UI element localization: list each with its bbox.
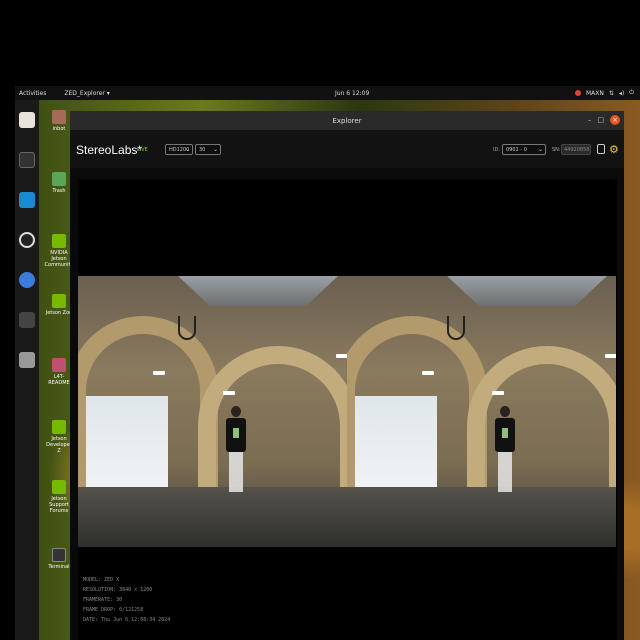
desktop-icon-label: inbot — [52, 126, 66, 132]
serial-number-field: 44920858 — [561, 144, 591, 155]
home-folder-icon — [52, 110, 66, 124]
power-mode-label[interactable]: MAXN — [586, 90, 604, 97]
clock[interactable]: Jun 6 12:09 — [335, 90, 369, 97]
info-resolution: RESOLUTION: 3840 x 1200 — [83, 587, 153, 593]
desktop-icon-label: Terminal — [48, 564, 70, 570]
info-model: MODEL: ZED X — [83, 577, 120, 583]
camera-info-panel: MODEL: ZED X RESOLUTION: 3840 x 1200 FRA… — [83, 575, 170, 625]
nvidia-icon — [52, 294, 66, 308]
serial-number-label: SN: — [552, 147, 561, 153]
info-date: DATE: Thu Jun 6 12:08:34 2024 — [83, 617, 171, 623]
desktop-icon-label: L4T-README — [48, 374, 70, 386]
close-button[interactable]: × — [610, 115, 620, 125]
chromium-icon[interactable] — [19, 272, 35, 288]
gear-icon[interactable]: ⚙ — [609, 143, 619, 156]
live-badge: LIVE — [137, 147, 148, 153]
chevron-down-icon: ⌄ — [537, 146, 543, 153]
trash-icon — [52, 172, 66, 186]
vscode-icon[interactable] — [19, 192, 35, 208]
chevron-down-icon: ⌄ — [184, 146, 190, 153]
record-icon[interactable] — [597, 144, 605, 154]
app-icon[interactable] — [19, 312, 35, 328]
camera-id-label: ID: — [493, 147, 501, 153]
brand-logo: StereoLabs* — [76, 143, 143, 157]
nvidia-status-icon[interactable] — [574, 90, 581, 96]
resolution-select[interactable]: HD1200 ⌄ — [165, 144, 193, 155]
chevron-down-icon: ⌄ — [212, 146, 218, 153]
minimize-button[interactable]: – — [588, 116, 592, 124]
desktop-icon-label: Trash — [52, 188, 66, 194]
terminal-icon — [52, 548, 66, 562]
power-icon[interactable]: ⏻ — [629, 89, 634, 97]
desktop-icon-label: Jetson Support Forums — [49, 496, 69, 514]
drive-icon — [52, 358, 66, 372]
info-frame-drop: FRAME DROP: 0/121258 — [83, 607, 144, 613]
screen: Activities ZED_Explorer ▾ Jun 6 12:09 MA… — [0, 0, 640, 640]
desktop-icon-label: Jetson Zoo — [45, 310, 73, 316]
window-title: Explorer — [332, 116, 362, 125]
fps-value: 30 — [199, 147, 206, 153]
nvidia-icon — [52, 480, 66, 494]
terminal-icon[interactable] — [19, 152, 35, 168]
top-bar: Activities ZED_Explorer ▾ Jun 6 12:09 MA… — [15, 86, 640, 100]
stereo-frames — [78, 276, 617, 547]
system-tray[interactable]: MAXN ⇅ ◂) ⏻ — [574, 89, 634, 97]
toolbar: StereoLabs* LIVE HD1200 ⌄ 30 ⌄ ID: 0901 … — [70, 130, 624, 168]
volume-icon[interactable]: ◂) — [619, 90, 624, 97]
left-camera-frame — [78, 276, 347, 547]
fps-select[interactable]: 30 ⌄ — [195, 144, 221, 155]
drive-icon[interactable] — [19, 352, 35, 368]
network-icon[interactable]: ⇅ — [609, 90, 614, 97]
info-framerate: FRAMERATE: 30 — [83, 597, 123, 603]
obs-icon[interactable] — [19, 232, 35, 248]
nvidia-icon — [52, 234, 66, 248]
maximize-button[interactable]: □ — [597, 116, 604, 124]
camera-id-select[interactable]: 0901 - 0 ⌄ — [502, 144, 546, 155]
dock — [15, 100, 39, 640]
window-titlebar[interactable]: Explorer – □ × — [70, 111, 624, 130]
video-viewport: MODEL: ZED X RESOLUTION: 3840 x 1200 FRA… — [78, 179, 617, 640]
app-menu[interactable]: ZED_Explorer ▾ — [64, 90, 109, 97]
files-icon[interactable] — [19, 112, 35, 128]
desktop-icon-label: Jetson Developer Z — [46, 436, 72, 454]
activities-button[interactable]: Activities — [19, 90, 46, 97]
explorer-window: Explorer – □ × StereoLabs* LIVE HD1200 ⌄… — [70, 111, 624, 640]
camera-id-value: 0901 - 0 — [506, 147, 527, 153]
right-camera-frame — [347, 276, 616, 547]
nvidia-icon — [52, 420, 66, 434]
